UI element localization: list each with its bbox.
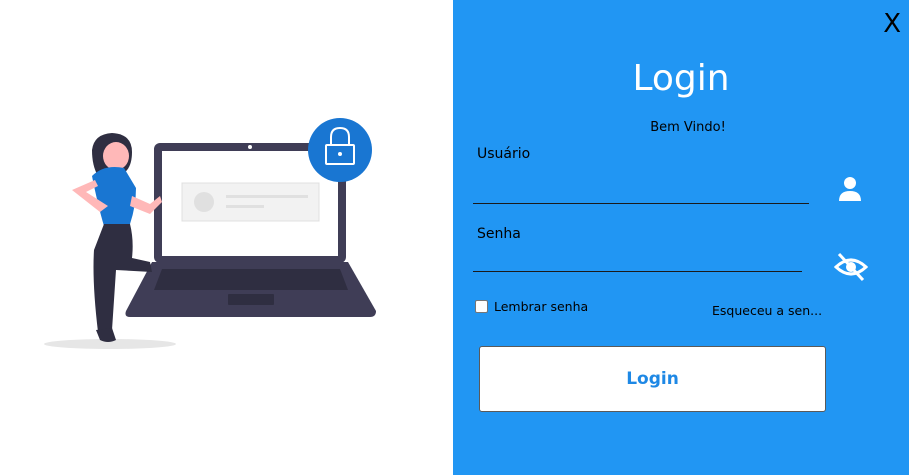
username-label: Usuário: [477, 146, 531, 162]
user-icon: [839, 177, 861, 201]
lock-keyhole: [338, 152, 342, 156]
login-button[interactable]: Login: [479, 346, 826, 412]
laptop-camera: [248, 145, 252, 149]
screen-card-avatar: [194, 192, 214, 212]
remember-password-checkbox[interactable]: Lembrar senha: [475, 299, 588, 314]
password-input[interactable]: [473, 247, 802, 272]
screen-card-line-2: [226, 205, 264, 208]
remember-password-label[interactable]: Lembrar senha: [494, 299, 588, 314]
welcome-text: Bem Vindo!: [650, 120, 726, 135]
login-panel: X Login Bem Vindo! Usuário Senha Lembrar…: [453, 0, 909, 475]
laptop-trackpad: [228, 294, 274, 305]
username-input[interactable]: [473, 180, 809, 204]
eye-slash-icon[interactable]: [834, 251, 868, 283]
login-illustration: [44, 118, 376, 349]
laptop-keyboard: [154, 269, 348, 290]
login-title: Login: [632, 58, 730, 99]
close-button[interactable]: X: [883, 10, 901, 38]
screen-card-line-1: [226, 195, 308, 198]
illustration-panel: [0, 0, 453, 475]
forgot-password-link[interactable]: Esqueceu a sen...: [712, 303, 822, 318]
checkbox-box[interactable]: [475, 300, 488, 313]
password-label: Senha: [477, 226, 521, 242]
